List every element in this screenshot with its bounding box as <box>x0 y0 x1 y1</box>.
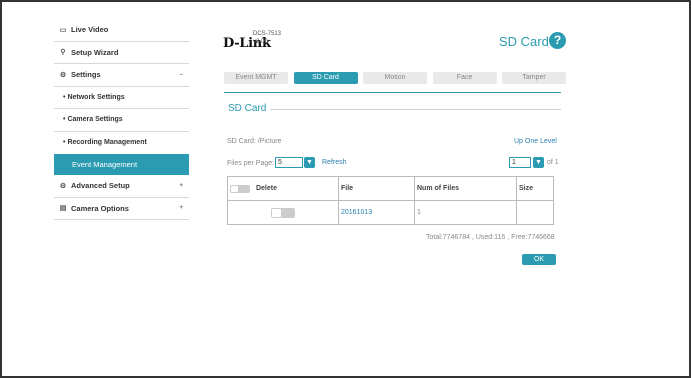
tab-motion[interactable]: Motion <box>363 72 427 84</box>
folder-link[interactable]: 20161013 <box>339 209 372 216</box>
sidebar-item-recording-management[interactable]: • Recording Management <box>54 132 189 155</box>
bullet: • <box>63 139 66 147</box>
storage-summary: Total:7746784 , Used:116 , Free:7746668 <box>426 234 555 241</box>
tab-sd-card[interactable]: SD Card <box>293 72 358 84</box>
sidebar-item-label: Advanced Setup <box>71 181 130 191</box>
current-path: SD Card: /Picture <box>227 138 282 145</box>
sidebar-item-label: Network Settings <box>67 93 125 101</box>
num-files-column-header: Num of Files <box>414 176 517 201</box>
delete-toggle[interactable] <box>271 207 295 218</box>
tab-face[interactable]: Face <box>432 72 497 84</box>
sidebar-item-label: Setup Wizard <box>71 47 119 57</box>
gear-icon: ⚙ <box>59 71 67 79</box>
file-column-header: File <box>338 176 415 201</box>
chevron-down-icon[interactable]: ▼ <box>304 157 315 168</box>
sidebar-item-label: Settings <box>71 70 101 80</box>
bullet: • <box>63 116 66 124</box>
table-row: 20161013 1 <box>227 200 554 225</box>
page-count: of 1 <box>547 159 559 166</box>
tab-divider <box>224 92 561 93</box>
sidebar-item-settings[interactable]: ⚙ Settings – <box>54 64 189 87</box>
help-icon[interactable]: ? <box>549 32 566 49</box>
wand-icon: ⚲ <box>60 49 66 57</box>
select-all-toggle[interactable] <box>230 184 250 193</box>
bullet: • <box>63 93 66 101</box>
sidebar-item-camera-settings[interactable]: • Camera Settings <box>54 109 189 132</box>
num-files-cell: 1 <box>414 200 517 225</box>
file-cell: 20161013 <box>338 200 415 225</box>
model-info: DCS-7513 v2.00 <box>253 30 281 46</box>
ok-button[interactable]: OK <box>522 254 556 265</box>
table-header-row: Delete File Num of Files Size <box>227 176 554 201</box>
sidebar-item-label: Event Management <box>72 160 138 169</box>
sidebar-item-setup-wizard[interactable]: ⚲ Setup Wizard <box>54 42 189 64</box>
sidebar: ▭ Live Video ⚲ Setup Wizard ⚙ Settings –… <box>54 19 189 220</box>
section-title: SD Card <box>228 103 271 114</box>
sidebar-item-label: Recording Management <box>67 139 147 147</box>
delete-column-header: Delete <box>227 176 339 201</box>
delete-cell <box>227 200 339 225</box>
expand-indicator: + <box>179 182 183 189</box>
size-column-header: Size <box>516 176 554 201</box>
browser-frame: ▭ Live Video ⚲ Setup Wizard ⚙ Settings –… <box>0 0 691 378</box>
advanced-icon: ⚙ <box>59 182 67 190</box>
sidebar-item-event-management[interactable]: Event Management <box>54 154 189 175</box>
sidebar-item-label: Live Video <box>71 25 109 35</box>
size-cell <box>516 200 554 225</box>
sidebar-item-advanced-setup[interactable]: ⚙ Advanced Setup + <box>54 175 189 198</box>
collapse-indicator: – <box>179 71 183 78</box>
firmware-version: v2.00 <box>253 39 268 45</box>
options-icon: ▤ <box>59 205 67 213</box>
column-label: Delete <box>255 185 277 193</box>
sidebar-item-camera-options[interactable]: ▤ Camera Options + <box>54 198 189 220</box>
files-per-page-label: Files per Page: <box>227 160 275 167</box>
expand-indicator: + <box>179 205 183 212</box>
refresh-link[interactable]: Refresh <box>322 159 347 166</box>
chevron-down-icon[interactable]: ▼ <box>533 157 544 168</box>
page-select[interactable]: 1 <box>509 157 531 168</box>
files-per-page-select[interactable]: 5 <box>275 157 303 168</box>
sidebar-item-live-video[interactable]: ▭ Live Video <box>54 19 189 42</box>
file-table: Delete File Num of Files Size 20161013 1 <box>227 176 554 225</box>
sidebar-item-label: Camera Options <box>71 203 129 213</box>
sidebar-item-label: Camera Settings <box>67 116 123 124</box>
tab-event-mgmt[interactable]: Event MGMT <box>224 72 288 84</box>
tab-tamper[interactable]: Tamper <box>502 72 566 84</box>
video-icon: ▭ <box>59 26 67 34</box>
page-title: SD Card <box>499 34 549 49</box>
up-one-level-link[interactable]: Up One Level <box>514 138 557 145</box>
sidebar-item-network-settings[interactable]: • Network Settings <box>54 87 189 109</box>
model-name: DCS-7513 <box>253 31 282 37</box>
tab-bar: Event MGMT SD Card Motion Face Tamper <box>224 72 572 84</box>
section-divider <box>264 109 561 110</box>
